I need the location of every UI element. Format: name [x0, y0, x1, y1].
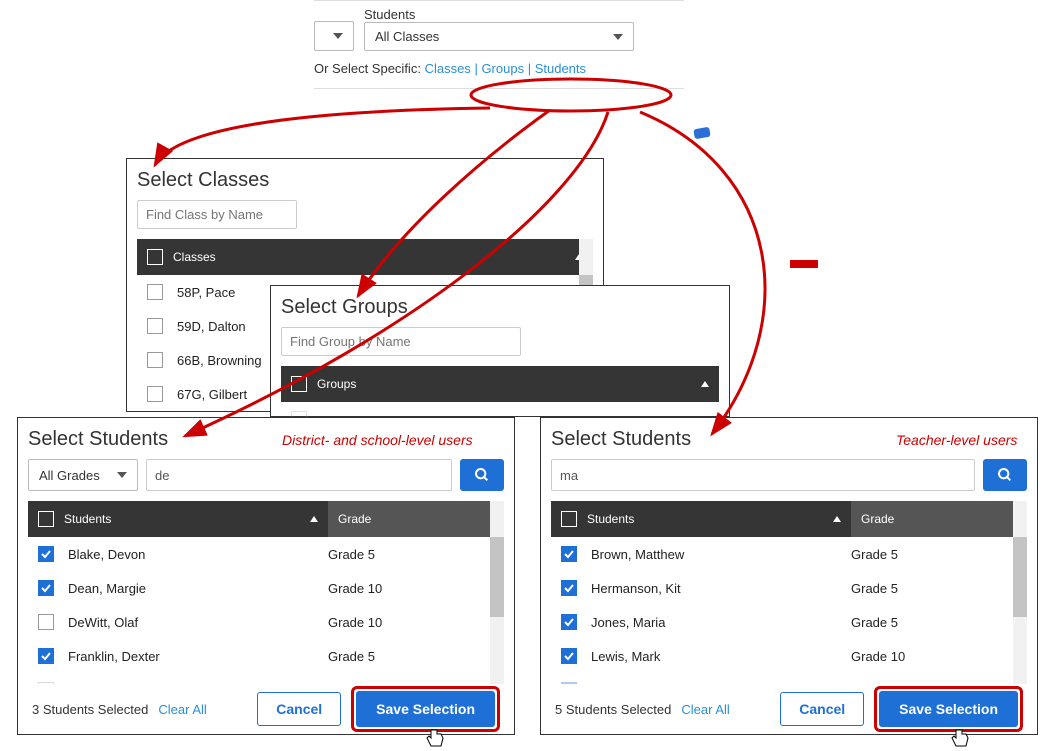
sort-icon[interactable] — [310, 516, 318, 522]
decorative-mark-red — [790, 260, 818, 268]
student-row[interactable]: Hermanson, KitGrade 5 — [551, 571, 1027, 605]
grade-column-header-right: Grade — [851, 501, 1027, 537]
student-checkbox[interactable] — [38, 648, 54, 664]
class-checkbox[interactable] — [147, 284, 163, 300]
class-name: 59D, Dalton — [177, 319, 246, 334]
student-grade: Grade 5 — [851, 547, 898, 562]
decorative-mark — [693, 127, 710, 140]
student-name: Brown, Matthew — [591, 547, 851, 562]
student-checkbox[interactable] — [38, 580, 54, 596]
search-button-right[interactable] — [983, 459, 1027, 491]
students-column-header-left: Students — [64, 512, 111, 526]
find-group-input[interactable] — [281, 327, 521, 356]
link-students[interactable]: Students — [535, 61, 586, 76]
student-row[interactable]: Lewis, MarkGrade 10 — [551, 639, 1027, 673]
link-classes[interactable]: Classes — [425, 61, 471, 76]
students-table-header-left: Students — [28, 501, 328, 537]
class-checkbox[interactable] — [147, 386, 163, 402]
students-column-header-right: Students — [587, 512, 634, 526]
student-checkbox[interactable] — [38, 546, 54, 562]
select-all-classes-checkbox[interactable] — [147, 249, 163, 265]
student-grade: Grade 5 — [328, 547, 375, 562]
grade-column-header-left: Grade — [328, 501, 504, 537]
save-selection-button-right[interactable]: Save Selection — [879, 691, 1018, 727]
student-name: Hermanson, Kit — [591, 581, 851, 596]
groups-column-header: Groups — [317, 377, 356, 391]
student-grade: Grade 10 — [328, 615, 382, 630]
cancel-button-left[interactable]: Cancel — [257, 692, 341, 726]
unknown-dropdown[interactable] — [314, 21, 354, 51]
grades-dropdown-value: All Grades — [39, 468, 100, 483]
student-row[interactable]: Dean, MargieGrade 10 — [28, 571, 504, 605]
student-name: Franklin, Dexter — [68, 649, 328, 664]
grades-dropdown[interactable]: All Grades — [28, 459, 138, 491]
clear-all-right[interactable]: Clear All — [681, 702, 729, 717]
select-all-students-checkbox-right[interactable] — [561, 511, 577, 527]
find-class-input[interactable] — [137, 200, 297, 229]
clear-all-left[interactable]: Clear All — [158, 702, 206, 717]
student-row[interactable]: Brown, MatthewGrade 5 — [551, 537, 1027, 571]
student-row[interactable]: Jones, MariaGrade 5 — [551, 605, 1027, 639]
students-label: Students — [364, 7, 684, 22]
groups-table-header: Groups — [281, 366, 719, 402]
class-checkbox[interactable] — [147, 352, 163, 368]
select-groups-title: Select Groups — [281, 296, 729, 319]
student-checkbox[interactable] — [38, 614, 54, 630]
class-name: 58P, Pace — [177, 285, 235, 300]
student-row[interactable]: DeWitt, OlafGrade 10 — [28, 605, 504, 639]
class-name: 66B, Browning — [177, 353, 262, 368]
student-name: DeWitt, Olaf — [68, 615, 328, 630]
classes-dropdown[interactable]: All Classes — [364, 22, 634, 51]
select-classes-title: Select Classes — [137, 169, 603, 192]
select-students-teacher-modal: Select Students Students Grade Brown, Ma… — [540, 417, 1038, 735]
sort-icon[interactable] — [833, 516, 841, 522]
student-search-input-left[interactable] — [146, 459, 452, 491]
class-checkbox[interactable] — [147, 318, 163, 334]
select-all-students-checkbox-left[interactable] — [38, 511, 54, 527]
student-grade: Grade 5 — [328, 649, 375, 664]
student-checkbox[interactable] — [561, 648, 577, 664]
select-groups-modal: Select Groups Groups — [270, 285, 730, 417]
student-name: Blake, Devon — [68, 547, 328, 562]
select-students-district-modal: Select Students All Grades Students Grad… — [17, 417, 515, 735]
student-grade: Grade 10 — [328, 581, 382, 596]
student-name: Dean, Margie — [68, 581, 328, 596]
student-checkbox[interactable] — [561, 580, 577, 596]
student-name: Jones, Maria — [591, 615, 851, 630]
sort-icon[interactable] — [701, 381, 709, 387]
search-icon — [997, 467, 1013, 483]
student-grade: Grade 5 — [851, 615, 898, 630]
annotation-teacher: Teacher-level users — [896, 432, 1017, 448]
student-name: Lewis, Mark — [591, 649, 851, 664]
search-icon — [474, 467, 490, 483]
student-grade: Grade 10 — [851, 649, 905, 664]
cancel-button-right[interactable]: Cancel — [780, 692, 864, 726]
classes-dropdown-value: All Classes — [375, 29, 439, 44]
or-select-label: Or Select Specific: — [314, 61, 421, 76]
student-checkbox[interactable] — [561, 614, 577, 630]
select-students-title-left: Select Students — [28, 428, 168, 451]
link-groups[interactable]: Groups — [481, 61, 524, 76]
students-table-header-right: Students — [551, 501, 851, 537]
class-name: 67G, Gilbert — [177, 387, 247, 402]
save-selection-button-left[interactable]: Save Selection — [356, 691, 495, 727]
student-search-input-right[interactable] — [551, 459, 975, 491]
select-all-groups-checkbox[interactable] — [291, 376, 307, 392]
student-row[interactable]: Franklin, DexterGrade 5 — [28, 639, 504, 673]
selected-count-right: 5 Students Selected — [555, 702, 671, 717]
selected-count-left: 3 Students Selected — [32, 702, 148, 717]
classes-column-header: Classes — [173, 250, 216, 264]
student-row[interactable]: Blake, DevonGrade 5 — [28, 537, 504, 571]
student-grade: Grade 5 — [851, 581, 898, 596]
student-checkbox[interactable] — [561, 546, 577, 562]
classes-table-header: Classes — [137, 239, 593, 275]
annotation-district: District- and school-level users — [282, 432, 473, 448]
search-button-left[interactable] — [460, 459, 504, 491]
